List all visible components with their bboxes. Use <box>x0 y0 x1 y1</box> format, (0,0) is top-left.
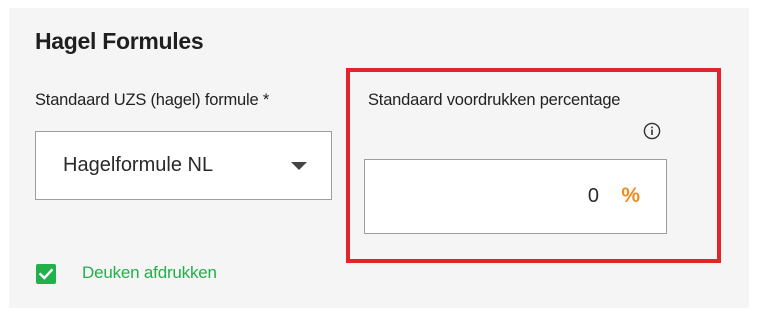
formula-select[interactable]: Hagelformule NL <box>35 131 332 200</box>
percentage-input-value: 0 <box>587 185 599 207</box>
checkmark-icon <box>38 268 54 280</box>
dents-checkbox[interactable] <box>36 264 56 284</box>
formula-select-value: Hagelformule NL <box>63 154 214 176</box>
dents-checkbox-label[interactable]: Deuken afdrukken <box>82 263 217 283</box>
formula-field-label: Standaard UZS (hagel) formule * <box>35 91 270 109</box>
chevron-down-icon <box>291 162 307 170</box>
info-icon[interactable] <box>643 122 661 140</box>
percentage-field-label: Standaard voordrukken percentage <box>368 91 621 109</box>
section-title: Hagel Formules <box>35 28 204 54</box>
percent-unit: % <box>621 184 640 207</box>
percentage-input[interactable]: 0 % <box>364 159 667 234</box>
